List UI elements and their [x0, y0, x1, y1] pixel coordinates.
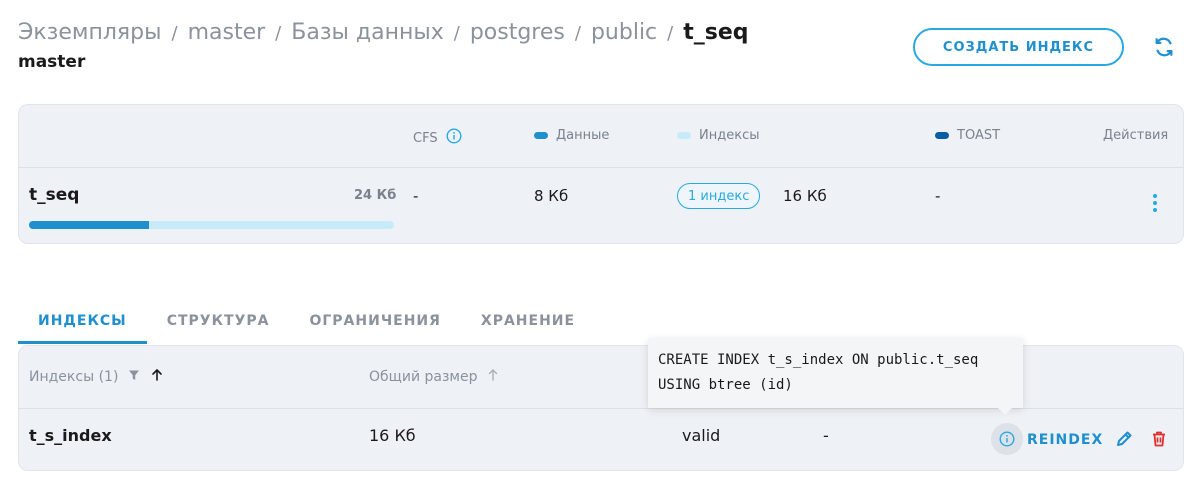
sort-ascending-icon[interactable]	[150, 368, 164, 386]
breadcrumb-master[interactable]: master	[188, 20, 266, 45]
tab-indexes[interactable]: ИНДЕКСЫ	[18, 308, 147, 344]
index-extra: -	[823, 426, 829, 445]
actions-label: Действия	[1103, 128, 1169, 143]
toast-legend-dot	[935, 132, 949, 139]
size-header-label: Общий размер	[369, 369, 478, 385]
tab-constraints[interactable]: ОГРАНИЧЕНИЯ	[289, 308, 460, 344]
tab-structure[interactable]: СТРУКТУРА	[147, 308, 290, 344]
indexes-label: Индексы	[699, 128, 760, 143]
page-title: t_seq	[683, 20, 749, 45]
tab-storage[interactable]: ХРАНЕНИЕ	[461, 308, 595, 344]
actions-column-header: Действия	[1103, 128, 1168, 143]
trash-icon[interactable]	[1150, 430, 1168, 448]
breadcrumb-public[interactable]: public	[591, 20, 657, 45]
info-icon[interactable]	[991, 423, 1023, 455]
breadcrumb-separator: /	[171, 23, 178, 44]
data-column-header: Данные	[534, 128, 609, 143]
breadcrumb: Экземпляры / master / Базы данных / post…	[18, 20, 749, 45]
table-summary-card: CFS Данные Индексы TOAST Действия t_seq …	[18, 104, 1184, 244]
toast-column-header: TOAST	[935, 128, 1000, 143]
page-subtitle: master	[18, 52, 86, 72]
summary-header: CFS Данные Индексы TOAST Действия	[19, 105, 1183, 168]
index-size: 16 Кб	[369, 426, 416, 445]
filter-icon[interactable]	[128, 369, 140, 385]
breadcrumb-databases[interactable]: Базы данных	[291, 20, 444, 45]
tab-bar: ИНДЕКСЫ СТРУКТУРА ОГРАНИЧЕНИЯ ХРАНЕНИЕ	[18, 308, 595, 344]
info-icon[interactable]	[446, 128, 462, 148]
indexes-column-header: Индексы	[677, 128, 759, 143]
table-name: t_seq	[29, 185, 80, 205]
pencil-icon[interactable]	[1115, 430, 1133, 448]
breadcrumb-separator: /	[275, 23, 282, 44]
breadcrumb-separator: /	[574, 23, 581, 44]
index-definition-tooltip: CREATE INDEX t_s_index ON public.t_seq U…	[648, 338, 1023, 408]
indexes-value: 16 Кб	[783, 187, 827, 205]
breadcrumb-separator: /	[453, 23, 460, 44]
reindex-button[interactable]: REINDEX	[1027, 432, 1103, 448]
indexes-column-header: Индексы (1)	[29, 368, 164, 386]
data-label: Данные	[556, 128, 610, 143]
toast-value: -	[935, 187, 941, 205]
cfs-column-header: CFS	[413, 128, 462, 148]
index-name: t_s_index	[29, 426, 112, 445]
index-count-badge[interactable]: 1 индекс	[677, 183, 761, 209]
create-index-button[interactable]: СОЗДАТЬ ИНДЕКС	[913, 28, 1124, 66]
indexes-header-label: Индексы (1)	[29, 369, 119, 385]
sort-icon[interactable]	[487, 368, 499, 386]
indexes-legend-dot	[677, 132, 691, 139]
size-progress-bar	[29, 221, 394, 229]
size-column-header: Общий размер	[369, 368, 499, 386]
size-progress-fill	[29, 221, 150, 229]
breadcrumb-separator: /	[667, 23, 674, 44]
refresh-icon[interactable]	[1153, 36, 1175, 58]
breadcrumb-instances[interactable]: Экземпляры	[18, 20, 162, 45]
data-value: 8 Кб	[534, 187, 569, 205]
breadcrumb-postgres[interactable]: postgres	[470, 20, 565, 45]
toast-label: TOAST	[957, 128, 1001, 143]
tooltip-arrow	[997, 407, 1013, 415]
index-status: valid	[682, 426, 721, 445]
cfs-label: CFS	[413, 130, 438, 146]
cfs-value: -	[413, 187, 419, 205]
more-actions-icon[interactable]	[1145, 191, 1165, 215]
data-legend-dot	[534, 132, 548, 139]
table-total-size: 24 Кб	[354, 188, 397, 203]
